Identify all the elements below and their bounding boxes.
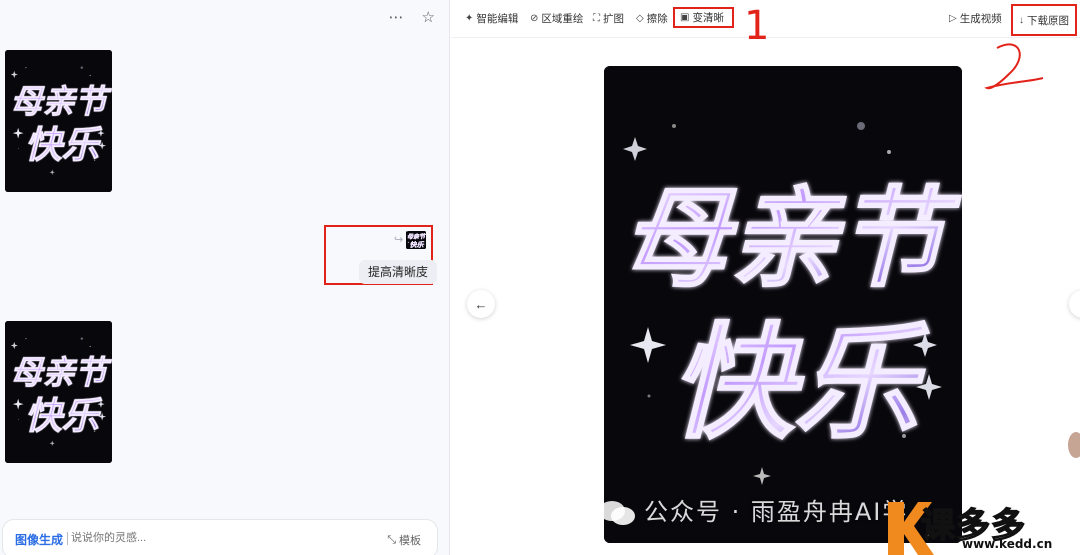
reference-image-thumbnail[interactable] — [406, 231, 426, 249]
region-redraw-button[interactable]: ⊘ 区域重绘 — [530, 11, 583, 26]
smart-edit-label: 智能编辑 — [476, 13, 519, 25]
image-viewer: ✦ 智能编辑 ⊘ 区域重绘 ⛶ 扩图 ◇ 擦除 ▣ 变清晰 ▷ 生成视频 ↓ 下… — [451, 0, 1080, 555]
download-original-button[interactable]: ↓ 下载原图 — [1011, 4, 1077, 36]
wechat-icon — [599, 501, 635, 525]
crop-icon: ⛶ — [593, 13, 600, 24]
prompt-input[interactable] — [71, 529, 321, 547]
brand-url: www.kedd.cn — [962, 537, 1053, 551]
enhance-clarity-button[interactable]: ▣ 变清晰 — [673, 7, 734, 28]
generate-video-label: 生成视频 — [959, 13, 1002, 25]
eraser-icon: ◇ — [636, 13, 644, 24]
compose-box: 图像生成 ⤡ 模板 — [2, 519, 438, 555]
annotation-mark-one: 1 — [744, 3, 770, 49]
region-redraw-label: 区域重绘 — [541, 13, 584, 25]
chat-header-actions: ⋯ ☆ — [389, 8, 435, 26]
template-button[interactable]: ⤡ 模板 — [387, 532, 421, 548]
reference-arrow-icon: ↪ — [394, 234, 404, 246]
erase-button[interactable]: ◇ 擦除 — [636, 11, 668, 26]
star-icon[interactable]: ☆ — [422, 8, 435, 26]
watermark: 公众号 · 雨盈舟冉AI学 — [598, 492, 908, 527]
brush-icon: ⊘ — [530, 13, 539, 24]
more-options-icon[interactable]: ⋯ — [389, 8, 404, 26]
annotation-mark-two-stroke — [984, 43, 1044, 90]
arrow-left-icon: ← — [474, 296, 488, 312]
expand-image-label: 扩图 — [603, 13, 624, 25]
enhance-clarity-label: 变清晰 — [692, 12, 724, 24]
video-icon: ▷ — [949, 13, 957, 24]
generated-image-thumbnail[interactable] — [5, 50, 112, 192]
generate-video-button[interactable]: ▷ 生成视频 — [949, 11, 1002, 26]
next-image-button[interactable] — [1069, 290, 1080, 318]
user-message-bubble: 提高清晰庋 — [359, 260, 438, 284]
mode-selector[interactable]: 图像生成 — [15, 531, 63, 548]
main-preview-image — [604, 66, 962, 543]
expand-icon: ⤡ — [387, 533, 396, 546]
download-original-label: 下载原图 — [1027, 14, 1069, 27]
chat-panel: ⋯ ☆ ↪ 提高清晰庋 图像生成 ⤡ 模板 — [0, 0, 450, 555]
hd-icon: ▣ — [680, 12, 690, 23]
avatar[interactable] — [1068, 432, 1080, 458]
user-message-highlight: ↪ 提高清晰庋 — [324, 225, 438, 285]
download-icon: ↓ — [1019, 14, 1024, 26]
erase-label: 擦除 — [646, 13, 668, 25]
enhanced-image-thumbnail[interactable] — [5, 321, 112, 463]
sparkle-icon: ✦ — [465, 13, 474, 24]
watermark-text: 公众号 · 雨盈舟冉AI学 — [644, 498, 909, 526]
template-label: 模板 — [399, 535, 421, 547]
smart-edit-button[interactable]: ✦ 智能编辑 — [465, 11, 518, 26]
previous-image-button[interactable]: ← — [467, 290, 495, 318]
expand-image-button[interactable]: ⛶ 扩图 — [593, 11, 624, 26]
compose-divider — [67, 532, 68, 545]
